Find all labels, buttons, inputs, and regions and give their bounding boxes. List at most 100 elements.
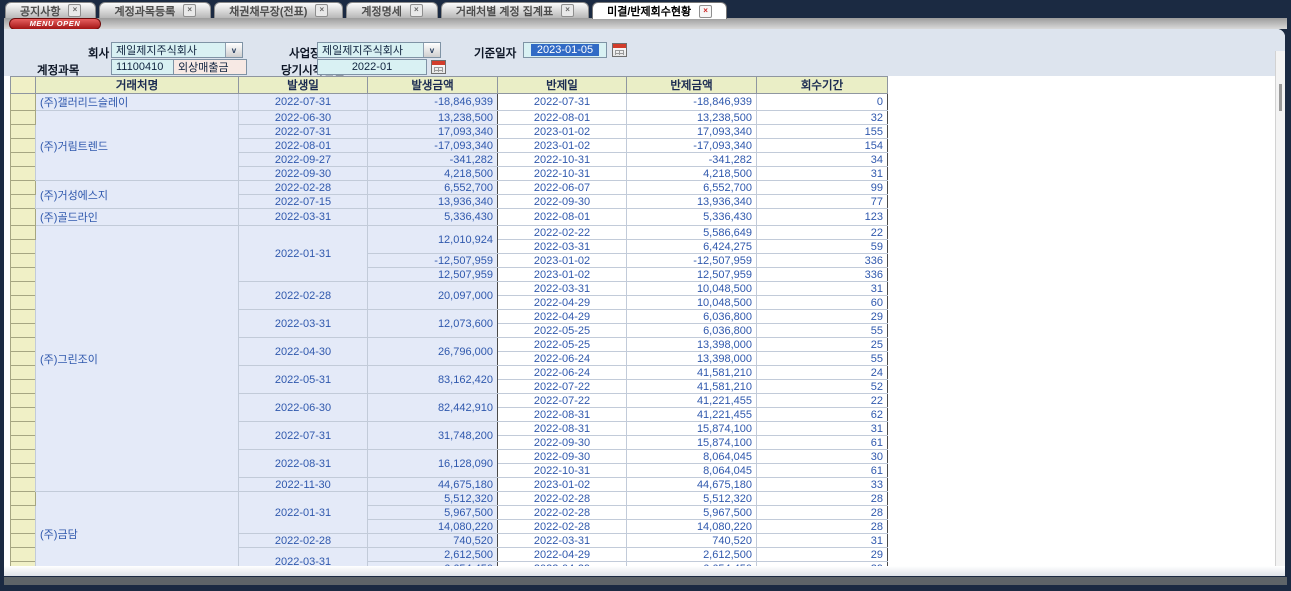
settle-amount-cell[interactable]: -18,846,939 [627,94,757,111]
settle-date-cell[interactable]: 2022-06-07 [498,181,627,195]
settle-amount-cell[interactable]: 13,398,000 [627,338,757,352]
settle-amount-cell[interactable]: 4,218,500 [627,167,757,181]
occur-date-cell[interactable]: 2022-07-31 [239,125,368,139]
collection-period-cell[interactable]: 99 [757,181,888,195]
collection-period-cell[interactable]: 28 [757,506,888,520]
collection-period-cell[interactable]: 155 [757,125,888,139]
table-row[interactable]: (주)거림트렌드2022-06-3013,238,5002022-08-0113… [11,111,888,125]
settle-date-cell[interactable]: 2022-07-31 [498,94,627,111]
settle-date-cell[interactable]: 2022-03-31 [498,240,627,254]
occur-amount-cell[interactable]: 13,936,340 [368,195,498,209]
close-icon[interactable]: × [699,5,712,18]
row-selector[interactable] [11,338,36,352]
settle-amount-cell[interactable]: 6,036,800 [627,324,757,338]
occur-date-cell[interactable]: 2022-09-27 [239,153,368,167]
occur-date-cell[interactable]: 2022-06-30 [239,394,368,422]
collection-period-cell[interactable]: 336 [757,254,888,268]
row-selector[interactable] [11,94,36,111]
settle-date-cell[interactable]: 2022-06-24 [498,366,627,380]
tab-6[interactable]: 미결/반제회수현황× [592,2,727,19]
settle-date-cell[interactable]: 2022-04-29 [498,310,627,324]
occur-amount-cell[interactable]: -18,846,939 [368,94,498,111]
collection-period-cell[interactable]: 55 [757,352,888,366]
settle-amount-cell[interactable]: 17,093,340 [627,125,757,139]
settle-date-cell[interactable]: 2022-06-24 [498,352,627,366]
settle-date-cell[interactable]: 2022-05-25 [498,338,627,352]
settle-amount-cell[interactable]: 8,064,045 [627,464,757,478]
calendar-icon[interactable] [431,60,446,74]
collection-period-cell[interactable]: 31 [757,282,888,296]
occur-amount-cell[interactable]: 20,097,000 [368,282,498,310]
row-selector[interactable] [11,352,36,366]
row-selector[interactable] [11,436,36,450]
settle-amount-cell[interactable]: 6,424,275 [627,240,757,254]
chevron-down-icon[interactable]: v [423,43,440,57]
row-selector[interactable] [11,167,36,181]
row-selector[interactable] [11,268,36,282]
row-selector[interactable] [11,296,36,310]
collection-period-cell[interactable]: 24 [757,366,888,380]
row-selector[interactable] [11,125,36,139]
occur-amount-cell[interactable]: 44,675,180 [368,478,498,492]
row-selector[interactable] [11,380,36,394]
settle-amount-cell[interactable]: 2,612,500 [627,548,757,562]
settle-amount-cell[interactable]: 41,221,455 [627,394,757,408]
settle-date-cell[interactable]: 2022-09-30 [498,450,627,464]
settle-date-cell[interactable]: 2022-08-31 [498,422,627,436]
tab-3[interactable]: 채권채무장(전표)× [214,2,343,18]
row-selector[interactable] [11,139,36,153]
settle-date-cell[interactable]: 2022-03-31 [498,282,627,296]
settle-amount-cell[interactable]: 13,398,000 [627,352,757,366]
site-select[interactable]: 제일제지주식회사 v [317,42,441,58]
settle-amount-cell[interactable]: 41,221,455 [627,408,757,422]
row-selector[interactable] [11,282,36,296]
occur-date-cell[interactable]: 2022-02-28 [239,282,368,310]
customer-name-cell[interactable]: (주)그린조이 [36,226,239,492]
row-selector[interactable] [11,450,36,464]
occur-date-cell[interactable]: 2022-06-30 [239,111,368,125]
occur-amount-cell[interactable]: 6,552,700 [368,181,498,195]
collection-period-cell[interactable]: 28 [757,520,888,534]
row-selector[interactable] [11,153,36,167]
settle-amount-cell[interactable]: 6,036,800 [627,310,757,324]
row-selector[interactable] [11,478,36,492]
collection-period-cell[interactable]: 61 [757,436,888,450]
collection-period-cell[interactable]: 29 [757,548,888,562]
table-row[interactable]: (주)거성에스지2022-02-286,552,7002022-06-076,5… [11,181,888,195]
settle-amount-cell[interactable]: 41,581,210 [627,366,757,380]
settle-amount-cell[interactable]: 740,520 [627,534,757,548]
row-selector[interactable] [11,394,36,408]
occur-date-cell[interactable]: 2022-02-28 [239,534,368,548]
occur-date-cell[interactable]: 2022-07-31 [239,94,368,111]
occur-amount-cell[interactable]: 12,073,600 [368,310,498,338]
occur-amount-cell[interactable]: 14,080,220 [368,520,498,534]
settle-amount-cell[interactable]: 8,064,045 [627,450,757,464]
collection-period-cell[interactable]: 22 [757,226,888,240]
occur-date-cell[interactable]: 2022-01-31 [239,226,368,282]
row-selector[interactable] [11,310,36,324]
row-selector[interactable] [11,464,36,478]
collection-period-cell[interactable]: 336 [757,268,888,282]
occur-date-cell[interactable]: 2022-01-31 [239,492,368,534]
occur-amount-cell[interactable]: -341,282 [368,153,498,167]
settle-date-cell[interactable]: 2022-07-22 [498,380,627,394]
collection-period-cell[interactable]: 60 [757,296,888,310]
settle-amount-cell[interactable]: 41,581,210 [627,380,757,394]
row-selector[interactable] [11,181,36,195]
settle-date-cell[interactable]: 2022-02-22 [498,226,627,240]
row-selector[interactable] [11,254,36,268]
customer-name-cell[interactable]: (주)골드라인 [36,209,239,226]
collection-period-cell[interactable]: 61 [757,464,888,478]
row-selector[interactable] [11,422,36,436]
settle-date-cell[interactable]: 2022-09-30 [498,436,627,450]
occur-amount-cell[interactable]: 5,336,430 [368,209,498,226]
chevron-down-icon[interactable]: v [225,43,242,57]
tab-5[interactable]: 거래처별 계정 집계표× [441,2,589,18]
occur-amount-cell[interactable]: 17,093,340 [368,125,498,139]
collection-period-cell[interactable]: 28 [757,492,888,506]
settle-date-cell[interactable]: 2022-08-01 [498,111,627,125]
occur-amount-cell[interactable]: 13,238,500 [368,111,498,125]
collection-period-cell[interactable]: 154 [757,139,888,153]
tab-1[interactable]: 공지사항× [5,2,96,18]
occur-amount-cell[interactable]: 5,967,500 [368,506,498,520]
